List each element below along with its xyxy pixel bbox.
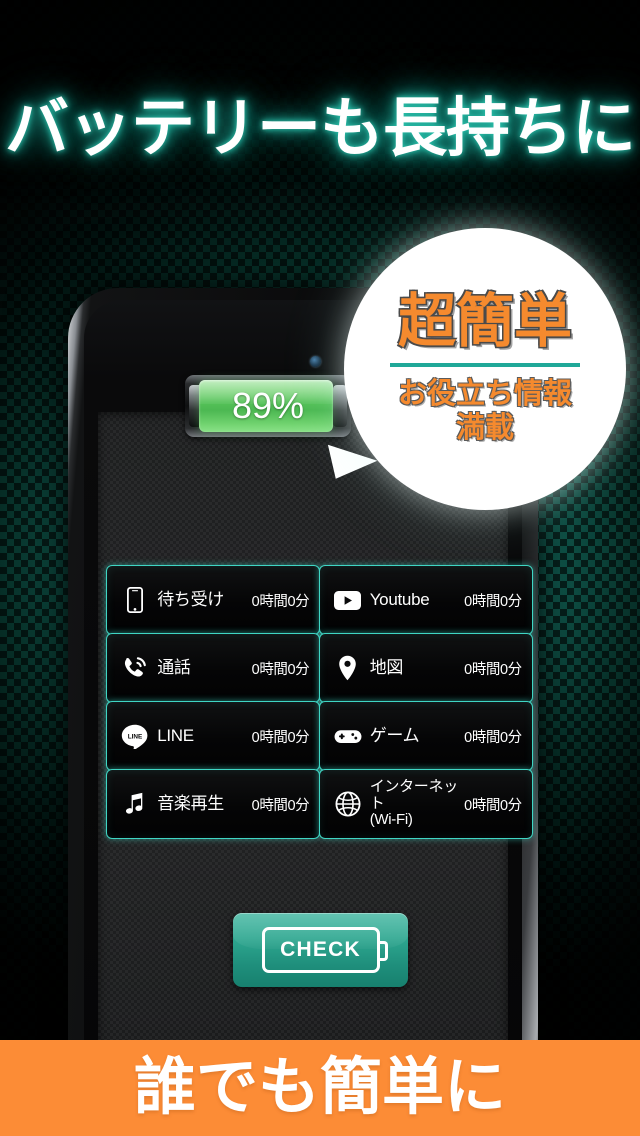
usage-cell-label: 地図 [369, 658, 404, 678]
line-logo-icon: LINE [121, 722, 149, 750]
usage-cell-music[interactable]: 音楽再生 0時間0分 [106, 769, 321, 839]
usage-cell-label: インターネット (Wi-Fi) [369, 778, 458, 829]
usage-cell-time: 0時間0分 [464, 729, 522, 746]
music-note-icon [121, 790, 149, 818]
badge-subtext: お役立ち情報 満載 [398, 377, 572, 445]
usage-cell-internet[interactable]: インターネット (Wi-Fi) 0時間0分 [318, 769, 533, 839]
gamepad-icon [334, 722, 362, 750]
usage-cell-time: 0時間0分 [464, 593, 522, 610]
smartphone-icon [121, 586, 149, 614]
battery-outline-icon: CHECK [261, 927, 388, 973]
bottom-banner: 誰でも簡単に [0, 1040, 640, 1136]
usage-cell-game[interactable]: ゲーム 0時間0分 [318, 701, 533, 771]
phone-call-icon [121, 654, 149, 682]
battery-gauge: 89% [185, 375, 351, 437]
youtube-icon [334, 586, 362, 614]
front-camera-icon [310, 356, 321, 367]
usage-cell-youtube[interactable]: Youtube 0時間0分 [318, 565, 533, 635]
app-store-promo-screenshot: バッテリーも長持ちに 89% 超簡単 お役立ち情報 満載 待ち受け 0時間0分 … [0, 0, 640, 1136]
promo-badge: 超簡単 お役立ち情報 満載 [344, 228, 626, 510]
usage-cell-time: 0時間0分 [251, 593, 310, 610]
badge-headline: 超簡単 [397, 288, 572, 354]
usage-cell-call[interactable]: 通話 0時間0分 [106, 633, 321, 703]
usage-grid: 待ち受け 0時間0分 Youtube 0時間0分 通話 0時間0分 地図 0時間… [106, 565, 533, 839]
usage-cell-label: 音楽再生 [157, 794, 225, 814]
usage-cell-time: 0時間0分 [464, 797, 522, 814]
usage-cell-label: 通話 [157, 658, 191, 678]
map-pin-icon [334, 654, 362, 682]
bottom-banner-text: 誰でも簡単に [133, 1053, 506, 1122]
badge-divider [390, 362, 580, 367]
usage-cell-line[interactable]: LINE LINE 0時間0分 [106, 701, 321, 771]
check-button-label: CHECK [280, 938, 361, 961]
usage-cell-time: 0時間0分 [251, 661, 310, 678]
battery-percent-label: 89% [231, 385, 305, 426]
badge-subtext-line2: 満載 [455, 412, 514, 444]
usage-cell-label: LINE [157, 726, 194, 746]
badge-subtext-line1: お役立ち情報 [397, 377, 572, 410]
usage-cell-time: 0時間0分 [251, 797, 310, 814]
usage-cell-time: 0時間0分 [251, 729, 310, 746]
usage-cell-standby[interactable]: 待ち受け 0時間0分 [106, 565, 321, 635]
globe-icon [334, 790, 362, 818]
usage-cell-time: 0時間0分 [464, 661, 522, 678]
usage-cell-label: 待ち受け [157, 590, 225, 610]
usage-cell-map[interactable]: 地図 0時間0分 [318, 633, 533, 703]
usage-cell-label: Youtube [369, 590, 430, 610]
usage-cell-label: ゲーム [369, 726, 420, 746]
svg-text:LINE: LINE [128, 733, 143, 740]
check-button[interactable]: CHECK [233, 913, 408, 987]
